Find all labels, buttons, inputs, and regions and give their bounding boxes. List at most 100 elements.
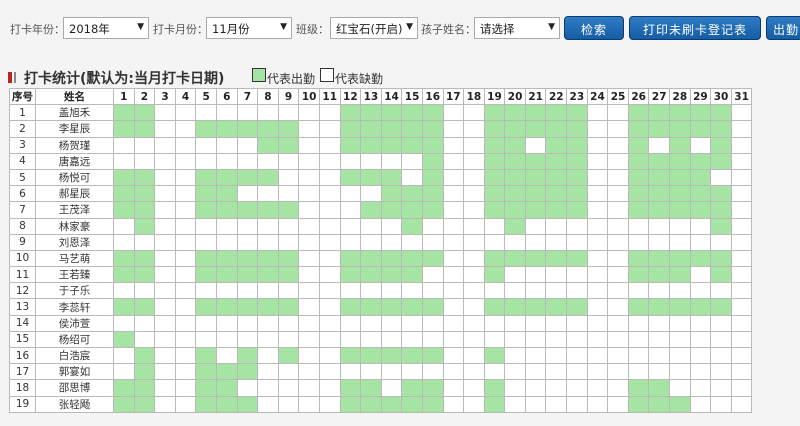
day-cell-absent (627, 363, 650, 381)
day-cell-present (710, 266, 732, 284)
day-cell-absent (524, 282, 547, 300)
day-cell-present (380, 346, 403, 365)
child-select[interactable]: 请选择 ▼ (474, 17, 560, 39)
column-header-no: 序号 (9, 87, 36, 106)
child-label: 孩子姓名： (421, 23, 476, 36)
day-cell-absent (483, 217, 506, 235)
class-select[interactable]: 红宝石(开启) ▼ (330, 17, 418, 39)
day-cell-absent (257, 330, 279, 349)
day-cell-present (257, 136, 279, 154)
day-cell-present (545, 104, 568, 122)
day-cell-present (710, 185, 732, 203)
day-cell-absent (442, 314, 465, 332)
day-header: 10 (298, 87, 320, 106)
day-cell-present (133, 379, 156, 397)
table-row: 14 侯沛萱 (9, 314, 753, 332)
day-cell-absent (154, 249, 176, 268)
day-cell-present (483, 249, 506, 268)
print-unswiped-button[interactable]: 打印未刷卡登记表 (629, 16, 761, 40)
day-cell-present (339, 395, 362, 413)
day-cell-absent (318, 136, 341, 154)
day-cell-absent (113, 282, 135, 300)
day-cell-absent (586, 346, 609, 365)
search-button[interactable]: 检索 (564, 16, 624, 40)
export-button[interactable]: 出勤 (766, 16, 800, 40)
day-cell-present (648, 185, 671, 203)
day-cell-absent (421, 233, 444, 251)
day-cell-absent (463, 282, 485, 300)
student-name: 杨绍可 (35, 330, 114, 349)
table-row: 7 王茂泽 (9, 201, 753, 219)
day-cell-absent (380, 233, 403, 251)
month-value: 11月份 (212, 22, 250, 36)
day-cell-present (380, 298, 403, 316)
day-cell-absent (298, 330, 320, 349)
day-cell-absent (586, 233, 609, 251)
chevron-down-icon: ▼ (280, 22, 287, 32)
day-cell-present (339, 266, 362, 284)
day-cell-present (669, 201, 691, 219)
legend-absent-label: 代表缺勤 (335, 72, 384, 86)
day-cell-absent (504, 379, 526, 397)
day-cell-present (133, 104, 156, 122)
year-select[interactable]: 2018年 ▼ (63, 17, 149, 39)
day-cell-absent (710, 379, 732, 397)
day-cell-absent (421, 330, 444, 349)
day-cell-present (483, 379, 506, 397)
day-cell-present (566, 104, 588, 122)
day-cell-absent (236, 233, 259, 251)
day-cell-absent (360, 282, 382, 300)
day-cell-present (627, 201, 650, 219)
table-row: 6 郝星辰 (9, 185, 753, 203)
class-value: 红宝石(开启) (336, 22, 403, 36)
day-cell-present (277, 249, 300, 268)
day-cell-present (669, 104, 691, 122)
day-cell-absent (257, 379, 279, 397)
day-cell-present (566, 185, 588, 203)
day-cell-absent (236, 217, 259, 235)
day-cell-absent (236, 314, 259, 332)
day-cell-present (215, 379, 238, 397)
row-number: 18 (9, 379, 36, 397)
day-header: 25 (607, 87, 629, 106)
day-cell-absent (463, 233, 485, 251)
day-cell-present (648, 249, 671, 268)
day-cell-absent (586, 136, 609, 154)
day-cell-present (133, 201, 156, 219)
day-cell-absent (277, 379, 300, 397)
day-cell-absent (277, 185, 300, 203)
day-header: 26 (627, 87, 650, 106)
day-cell-present (483, 298, 506, 316)
student-name: 唐嘉远 (35, 152, 114, 170)
day-cell-absent (401, 152, 423, 170)
day-cell-absent (442, 282, 465, 300)
day-cell-absent (277, 168, 300, 187)
day-header: 18 (463, 87, 485, 106)
day-cell-absent (277, 330, 300, 349)
day-cell-absent (318, 249, 341, 268)
day-cell-absent (586, 201, 609, 219)
day-cell-present (257, 249, 279, 268)
day-cell-absent (669, 282, 691, 300)
day-cell-absent (277, 104, 300, 122)
day-cell-absent (174, 282, 197, 300)
day-cell-present (195, 346, 217, 365)
day-cell-absent (339, 185, 362, 203)
day-cell-absent (298, 152, 320, 170)
day-cell-present (421, 136, 444, 154)
month-select[interactable]: 11月份 ▼ (206, 17, 292, 39)
day-cell-absent (607, 346, 629, 365)
day-cell-present (113, 379, 135, 397)
day-cell-absent (463, 314, 485, 332)
day-cell-absent (566, 395, 588, 413)
day-cell-absent (113, 217, 135, 235)
day-cell-absent (730, 120, 753, 138)
day-cell-absent (730, 249, 753, 268)
day-cell-present (504, 217, 526, 235)
day-cell-absent (504, 266, 526, 284)
student-name: 林家豪 (35, 217, 114, 235)
day-cell-absent (689, 379, 712, 397)
day-cell-absent (174, 136, 197, 154)
chevron-down-icon: ▼ (137, 22, 144, 32)
day-cell-present (545, 298, 568, 316)
